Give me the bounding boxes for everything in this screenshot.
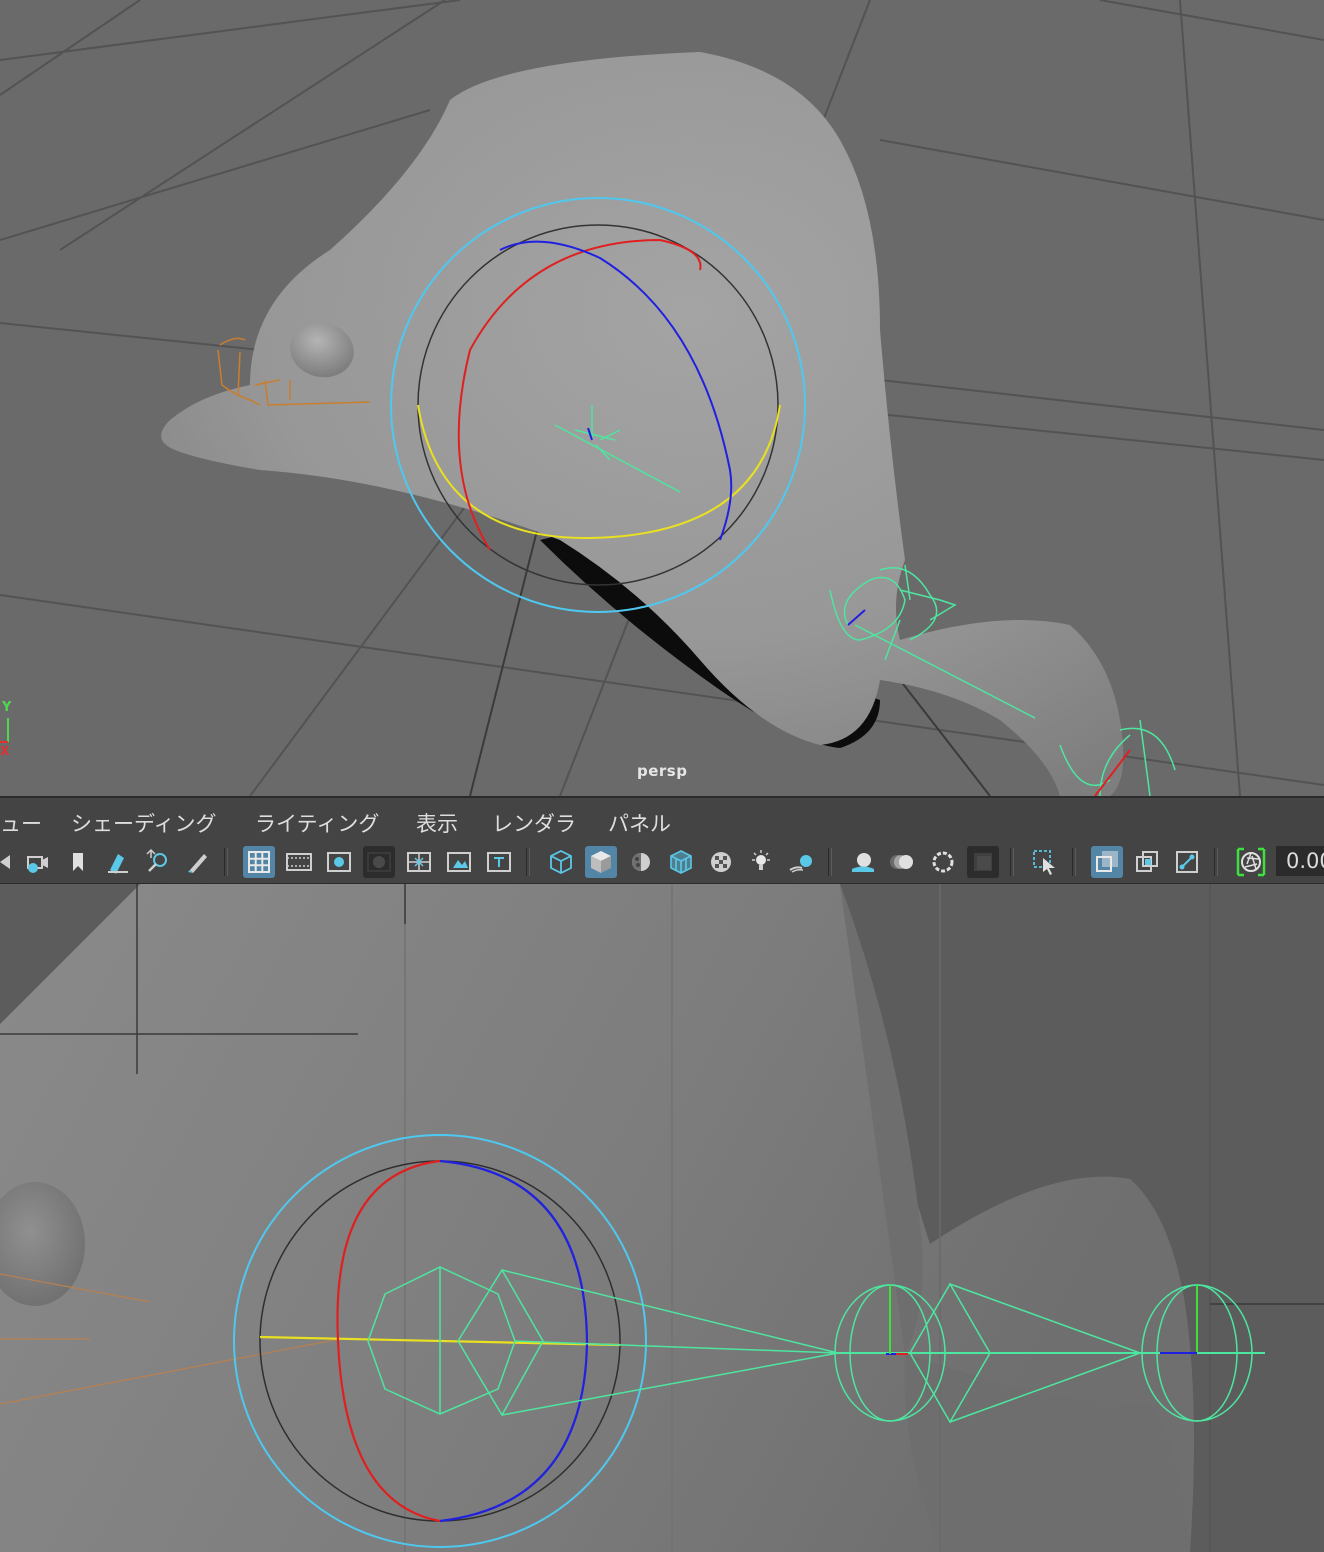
panel-menubar: ュー シェーディング ライティング 表示 レンダラ パネル	[0, 796, 1324, 840]
menu-renderer[interactable]: レンダラ	[492, 808, 576, 838]
gate-mask-icon[interactable]	[363, 846, 395, 878]
smooth-shade-icon[interactable]	[585, 846, 617, 878]
grid-icon[interactable]	[243, 846, 275, 878]
step-back-icon[interactable]	[0, 846, 20, 878]
exposure-value-field[interactable]: 0.00	[1276, 846, 1324, 876]
bookmark-icon[interactable]	[62, 846, 94, 878]
camera-attributes-icon[interactable]	[20, 846, 52, 878]
perspective-scene	[0, 0, 1324, 796]
menu-view[interactable]: ュー	[0, 808, 42, 838]
motion-blur-icon[interactable]	[887, 846, 919, 878]
resolution-gate-icon[interactable]	[323, 846, 355, 878]
xray-icon[interactable]	[1091, 846, 1123, 878]
bottom-viewport[interactable]	[0, 884, 1324, 1552]
menu-lighting[interactable]: ライティング	[255, 808, 379, 838]
wireframe-icon[interactable]	[545, 846, 577, 878]
image-plane-icon[interactable]	[102, 846, 134, 878]
toolbar-separator	[1072, 848, 1076, 876]
perspective-viewport[interactable]: Y X persp	[0, 0, 1324, 796]
use-all-lights-icon[interactable]	[745, 846, 777, 878]
safe-title-icon[interactable]	[483, 846, 515, 878]
safe-action-icon[interactable]	[443, 846, 475, 878]
textured-icon[interactable]	[705, 846, 737, 878]
grease-pencil-icon[interactable]	[182, 846, 214, 878]
shade-default-material-icon[interactable]	[625, 846, 657, 878]
menu-panels[interactable]: パネル	[608, 808, 671, 838]
shadows-icon[interactable]	[785, 846, 817, 878]
toolbar-separator	[1214, 848, 1218, 876]
xray-active-components-icon[interactable]	[1131, 846, 1163, 878]
isolate-select-icon[interactable]	[1029, 846, 1061, 878]
camera-label: persp	[637, 762, 688, 780]
toolbar-separator	[1010, 848, 1014, 876]
depth-of-field-icon[interactable]	[967, 846, 999, 878]
toolbar-separator	[526, 848, 530, 876]
screen-space-ao-icon[interactable]	[847, 846, 879, 878]
film-gate-icon[interactable]	[283, 846, 315, 878]
field-chart-icon[interactable]	[403, 846, 435, 878]
panel-toolbar: 0.00	[0, 840, 1324, 884]
toolbar-separator	[828, 848, 832, 876]
xray-joints-icon[interactable]	[1171, 846, 1203, 878]
axis-x-label: X	[0, 744, 10, 758]
bottom-scene	[0, 884, 1324, 1552]
menu-show[interactable]: 表示	[416, 808, 458, 838]
wireframe-on-shaded-icon[interactable]	[665, 846, 697, 878]
exposure-icon[interactable]	[1235, 846, 1267, 878]
menu-shading[interactable]: シェーディング	[71, 808, 217, 838]
zoom-camera-icon[interactable]	[142, 846, 174, 878]
axis-y-label: Y	[2, 700, 12, 715]
multisample-aa-icon[interactable]	[927, 846, 959, 878]
toolbar-separator	[224, 848, 228, 876]
